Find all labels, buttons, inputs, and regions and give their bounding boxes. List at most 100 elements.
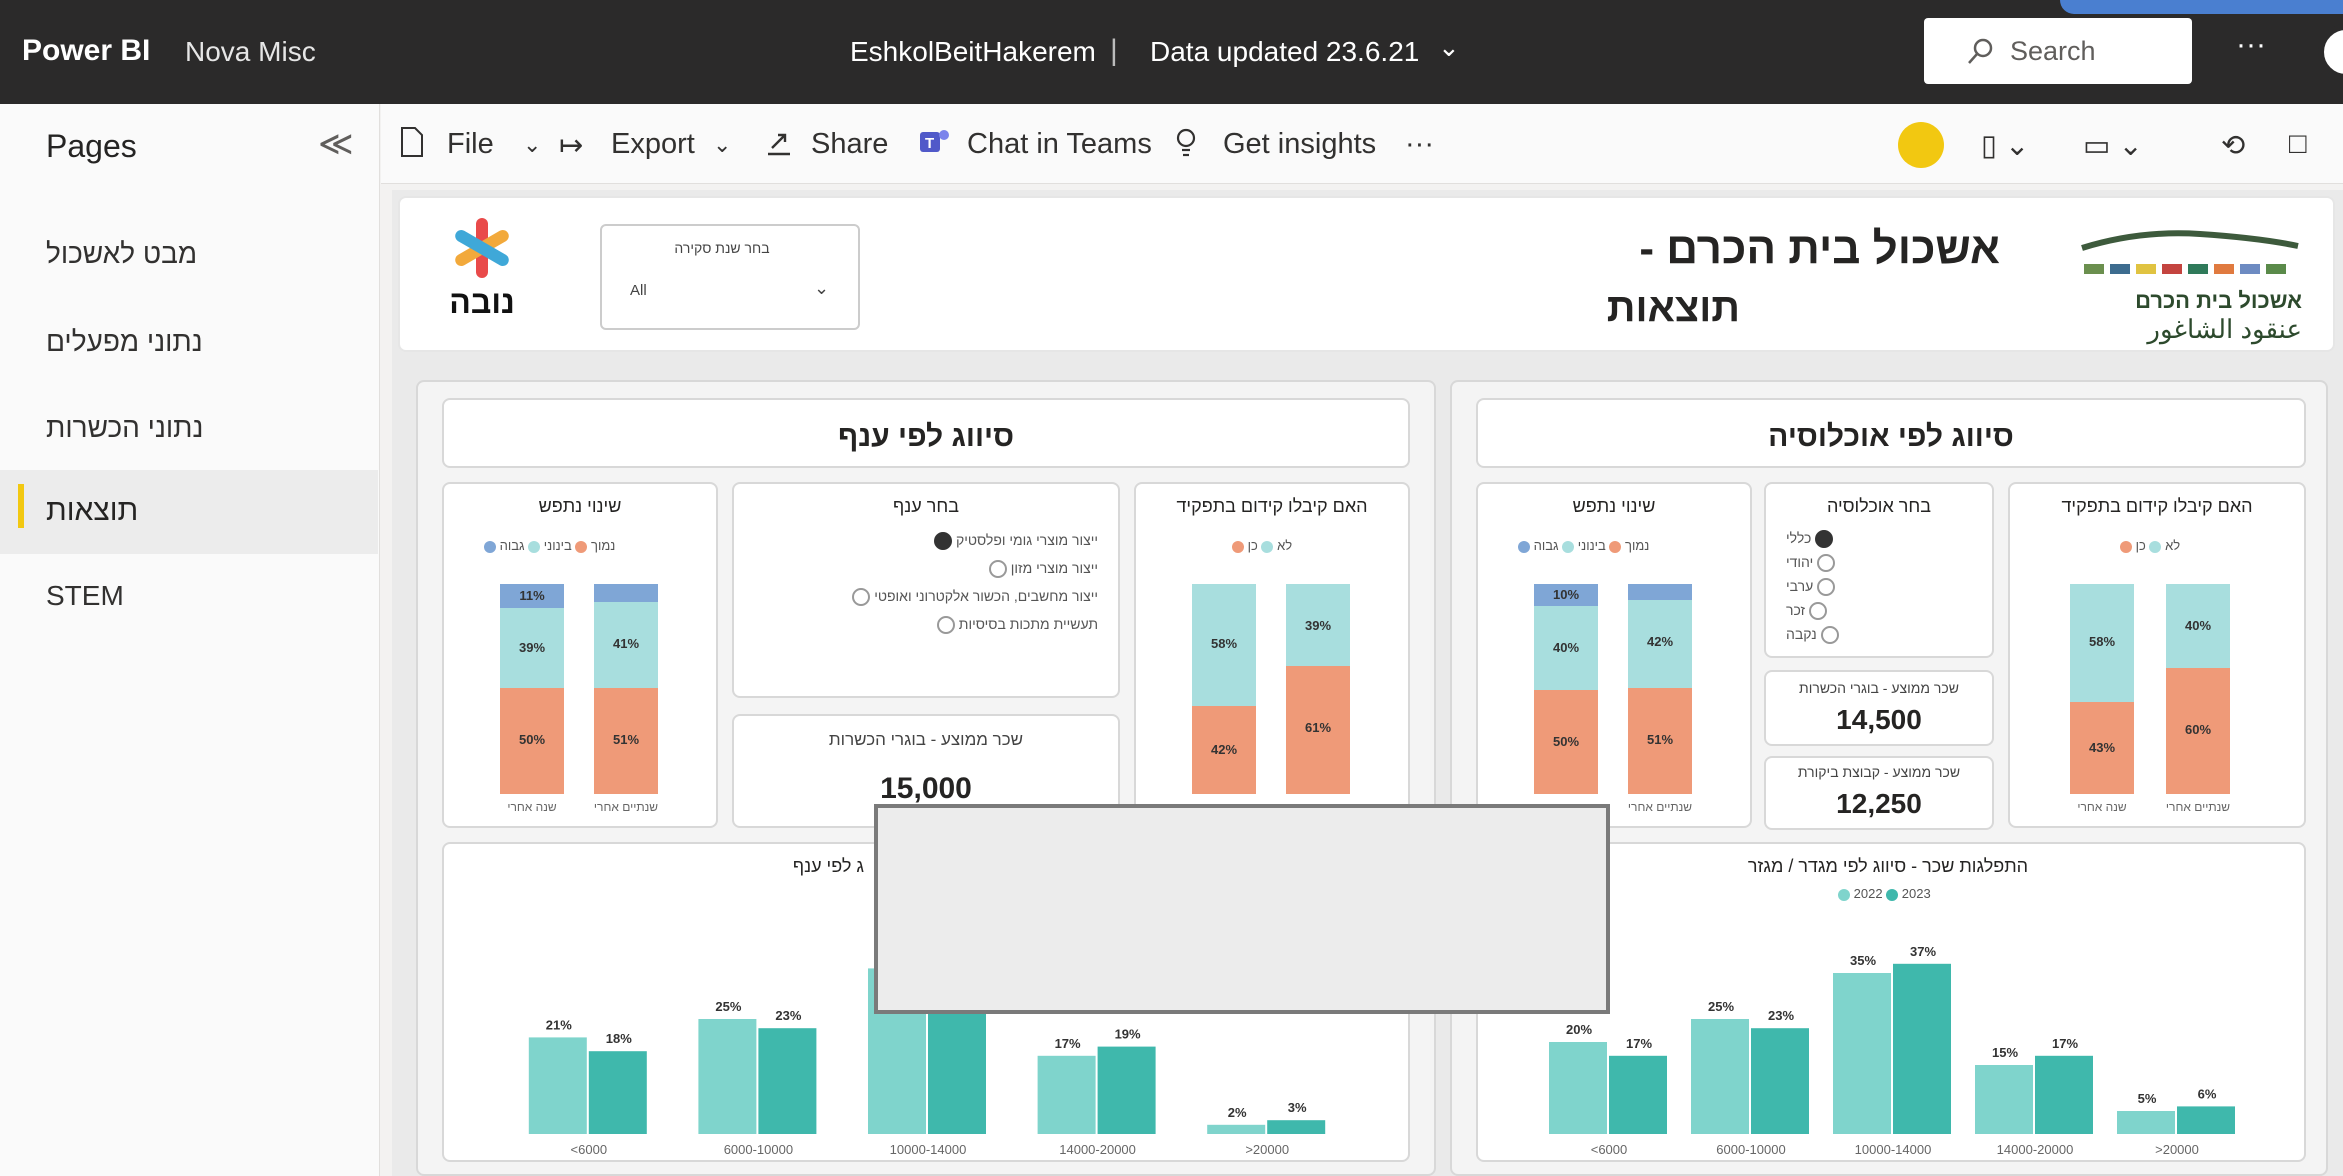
data-label: 5% — [2138, 1091, 2157, 1106]
more-commands-button[interactable]: ··· — [1405, 128, 1434, 161]
view-icon[interactable]: ▭ ⌄ — [2083, 128, 2143, 163]
data-label: 39% — [1304, 618, 1332, 633]
data-label: 3% — [1288, 1100, 1307, 1115]
distribution-bar — [1609, 1055, 1667, 1134]
collapse-pane-icon[interactable]: ≪ — [318, 124, 354, 164]
get-insights-button[interactable]: Get insights — [1223, 128, 1376, 161]
branch-option[interactable]: ייצור מוצרי גומי ופלסטיק — [934, 532, 1098, 551]
more-options-button[interactable]: ··· — [2236, 28, 2266, 62]
data-label: 39% — [518, 640, 546, 655]
refresh-circle-icon[interactable] — [1898, 122, 1944, 168]
branch-selector: בחר ענף ייצור מוצרי גומי ופלסטיק ייצור מ… — [732, 482, 1120, 698]
branch-option[interactable]: ייצור מחשבים, הכשור אלקטרוני ואופטי — [852, 588, 1098, 607]
population-promotion-chart: האם קיבלו קידום בתפקיד לא כן 58% 43% 40%… — [2008, 482, 2306, 828]
export-menu[interactable]: Export — [611, 128, 695, 161]
salary-card-label: שכר ממוצע - בוגרי הכשרות — [1799, 680, 1959, 696]
data-label: 10% — [1552, 587, 1580, 602]
data-label: 21% — [546, 1017, 572, 1032]
population-option[interactable]: נקבה — [1786, 626, 1839, 645]
redaction-overlay — [874, 804, 1610, 1014]
population-section-title: סיווג לפי אוכלוסיה — [1768, 420, 2014, 453]
data-label: 50% — [518, 732, 546, 747]
data-updated[interactable]: Data updated 23.6.21 — [1150, 36, 1419, 68]
population-change-chart: שינוי נתפש נמוך בינוני גבוה 10% 40% 50% … — [1476, 482, 1752, 828]
bookmark-icon[interactable]: ▯ ⌄ — [1981, 128, 2029, 163]
share-button[interactable]: Share — [811, 128, 888, 161]
title-separator: | — [1110, 34, 1118, 67]
distribution-bar — [1691, 1019, 1749, 1134]
chart-title: האם קיבלו קידום בתפקיד — [1176, 496, 1368, 516]
page-item-training-data[interactable]: נתוני הכשרות — [46, 412, 203, 444]
data-label: 40% — [2184, 618, 2212, 633]
report-name: EshkolBeitHakerem — [850, 36, 1096, 67]
x-tick-label: 10000-14000 — [1855, 1142, 1932, 1157]
data-label: 58% — [1210, 636, 1238, 651]
reset-icon[interactable]: ⟲ — [2221, 128, 2245, 163]
share-icon — [768, 133, 790, 156]
data-label: 40% — [1552, 640, 1580, 655]
branch-option[interactable]: תעשיית מתכות בסיסיות — [936, 616, 1098, 635]
branch-change-chart: שינוי נתפש נמוך בינוני גבוה 11% 39% 50% … — [442, 482, 718, 828]
year-filter[interactable]: בחר שנת סקירה All ⌄ — [600, 224, 860, 330]
x-tick-label: 6000-10000 — [1716, 1142, 1785, 1157]
branch-option[interactable]: ייצור מוצרי מזון — [988, 560, 1098, 579]
chat-in-teams-button[interactable]: Chat in Teams — [967, 128, 1152, 161]
comment-icon[interactable]: □ — [2289, 128, 2307, 161]
population-option[interactable]: כללי — [1786, 530, 1834, 549]
search-placeholder: Search — [2010, 36, 2096, 66]
cluster-logo-icon — [2081, 230, 2299, 274]
population-option[interactable]: יהודי — [1786, 554, 1836, 573]
population-selector: בחר אוכלוסיה כללי יהודי ערבי זכר נקבה — [1764, 482, 1994, 658]
population-option[interactable]: זכר — [1786, 602, 1827, 621]
page-item-cluster-view[interactable]: מבט לאשכול — [46, 238, 197, 270]
population-option[interactable]: ערבי — [1786, 578, 1836, 597]
chart-legend: לא כן — [2120, 538, 2180, 553]
population-panel: סיווג לפי אוכלוסיה שינוי נתפש נמוך בינונ… — [1450, 380, 2328, 1176]
app-name[interactable]: Power BI — [22, 34, 150, 68]
salary-card-value: 12,250 — [1836, 788, 1922, 819]
data-label: 51% — [612, 732, 640, 747]
data-label: 20% — [1566, 1022, 1592, 1037]
data-label: 41% — [612, 636, 640, 651]
distribution-bar — [1097, 1046, 1156, 1134]
chart-title: שינוי נתפש — [538, 496, 622, 516]
data-label: 50% — [1552, 734, 1580, 749]
x-tick-label: 10000-14000 — [890, 1142, 967, 1157]
distribution-bar — [758, 1028, 817, 1134]
year-filter-value: All — [630, 282, 647, 299]
data-label: 42% — [1646, 634, 1674, 649]
svg-text:T: T — [925, 135, 934, 152]
workspace-name[interactable]: Nova Misc — [185, 36, 316, 68]
page-item-factory-data[interactable]: נתוני מפעלים — [46, 326, 203, 358]
chevron-down-icon: ⌄ — [713, 132, 732, 157]
chevron-down-icon[interactable]: ⌄ — [1438, 32, 1460, 63]
stacked-bar: 10% 40% 50% — [1534, 584, 1598, 794]
data-label: 6% — [2198, 1086, 2217, 1101]
branch-selector-title: בחר ענף — [893, 496, 959, 516]
stacked-bar: 40% 60% — [2166, 584, 2230, 794]
x-tick-label: 6000-10000 — [724, 1142, 793, 1157]
data-label: 25% — [1708, 999, 1734, 1014]
data-label: 17% — [1626, 1036, 1652, 1051]
data-label: 23% — [1768, 1008, 1794, 1023]
x-label: שנה אחרי — [507, 800, 557, 814]
distribution-bar — [1267, 1120, 1326, 1134]
report-title-line1: אשכול בית הכרם - — [1639, 224, 2000, 273]
x-tick-label: >20000 — [1245, 1142, 1289, 1157]
search-box[interactable]: Search — [1924, 18, 2192, 84]
file-menu[interactable]: File — [447, 128, 494, 161]
lightbulb-icon — [1176, 128, 1196, 157]
data-label: 58% — [2088, 634, 2116, 649]
page-item-stem[interactable]: STEM — [46, 580, 124, 612]
distribution-bar — [528, 1037, 587, 1134]
salary-card-value: 15,000 — [880, 772, 972, 805]
population-section-header: סיווג לפי אוכלוסיה — [1476, 398, 2306, 468]
x-label: שנתיים אחרי — [1627, 800, 1693, 814]
data-label: 15% — [1992, 1045, 2018, 1060]
page-item-results[interactable]: תוצאות — [46, 494, 138, 528]
data-label: 17% — [2052, 1036, 2078, 1051]
stacked-bar: 42% 51% — [1628, 584, 1692, 794]
branch-section-header: סיווג לפי ענף — [442, 398, 1410, 468]
stacked-bar: 39% 61% — [1286, 584, 1350, 794]
salary-card-trainees: שכר ממוצע - בוגרי הכשרות 14,500 — [1764, 670, 1994, 746]
